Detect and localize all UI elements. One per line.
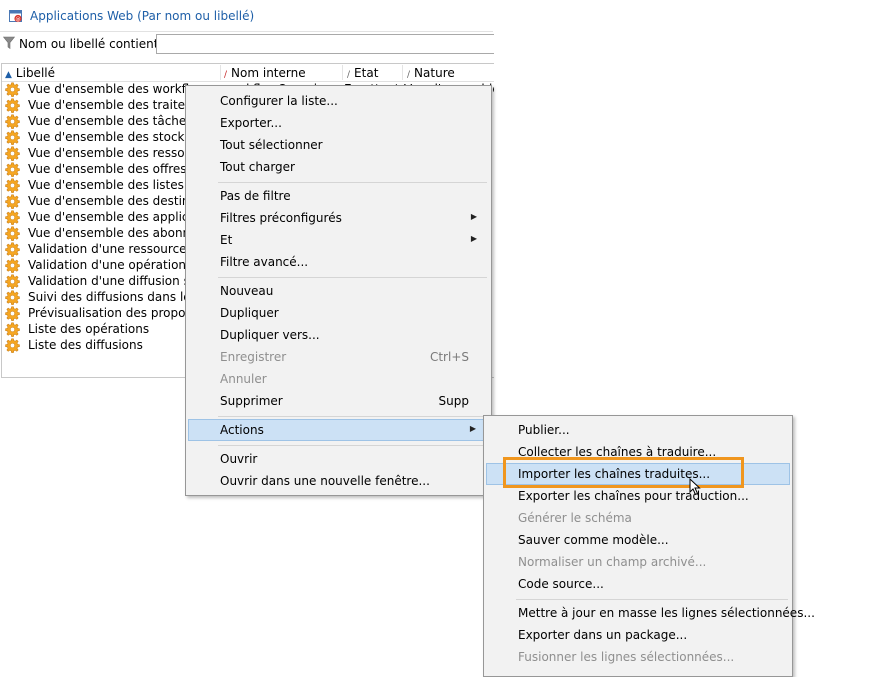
submenu-item-merge-rows[interactable]: Fusionner les lignes sélectionnées... bbox=[486, 646, 790, 668]
workflow-gear-icon bbox=[5, 322, 20, 337]
menu-item-delete[interactable]: Supprimer Supp bbox=[188, 390, 489, 412]
submenu-item-mass-update[interactable]: Mettre à jour en masse les lignes sélect… bbox=[486, 602, 815, 624]
menu-item-load-all[interactable]: Tout charger bbox=[188, 156, 489, 178]
menu-item-duplicate-to[interactable]: Dupliquer vers... bbox=[188, 324, 489, 346]
workflow-gear-icon bbox=[5, 162, 20, 177]
filter-bar: Nom ou libellé contient : bbox=[0, 32, 494, 58]
menu-item-and[interactable]: Et ▶ bbox=[188, 229, 489, 251]
column-header-state[interactable]: ∕ Etat bbox=[347, 66, 378, 80]
column-separator[interactable] bbox=[342, 65, 343, 80]
menu-item-preset-filters[interactable]: Filtres préconfigurés ▶ bbox=[188, 207, 489, 229]
menu-item-advanced-filter[interactable]: Filtre avancé... bbox=[188, 251, 489, 273]
actions-submenu: Publier... Collecter les chaînes à tradu… bbox=[483, 415, 815, 677]
save-shortcut: Ctrl+S bbox=[429, 350, 469, 364]
sort-ascending-icon: ▲ bbox=[5, 70, 12, 80]
workflow-gear-icon bbox=[5, 82, 20, 97]
workflow-gear-icon bbox=[5, 114, 20, 129]
context-menu: Configurer la liste... Exporter... Tout … bbox=[185, 85, 492, 496]
workflow-gear-icon bbox=[5, 194, 20, 209]
list-header: ▲ Libellé ∕ Nom interne ∕ Etat ∕ Nature bbox=[2, 64, 494, 82]
menu-item-open[interactable]: Ouvrir bbox=[188, 448, 489, 470]
submenu-item-publish[interactable]: Publier... bbox=[486, 419, 790, 441]
workflow-gear-icon bbox=[5, 242, 20, 257]
menu-item-export[interactable]: Exporter... bbox=[188, 112, 489, 134]
window-title: Applications Web (Par nom ou libellé) bbox=[30, 9, 255, 23]
submenu-arrow-icon: ▶ bbox=[469, 424, 476, 433]
workflow-gear-icon bbox=[5, 178, 20, 193]
mouse-pointer-icon bbox=[689, 478, 701, 496]
submenu-item-save-as-template[interactable]: Sauver comme modèle... bbox=[486, 529, 790, 551]
workflow-gear-icon bbox=[5, 146, 20, 161]
filter-label: Nom ou libellé contient : bbox=[19, 37, 167, 51]
menu-item-duplicate[interactable]: Dupliquer bbox=[188, 302, 489, 324]
menu-separator bbox=[218, 445, 487, 446]
workflow-gear-icon bbox=[5, 226, 20, 241]
menu-item-open-new-window[interactable]: Ouvrir dans une nouvelle fenêtre... bbox=[188, 470, 489, 492]
workflow-gear-icon bbox=[5, 306, 20, 321]
workflow-gear-icon bbox=[5, 338, 20, 353]
menu-item-select-all[interactable]: Tout sélectionner bbox=[188, 134, 489, 156]
menu-item-actions[interactable]: Actions ▶ bbox=[188, 419, 489, 441]
workflow-gear-icon bbox=[5, 98, 20, 113]
submenu-item-source-code[interactable]: Code source... bbox=[486, 573, 790, 595]
column-separator[interactable] bbox=[402, 65, 403, 80]
submenu-item-export-strings[interactable]: Exporter les chaînes pour traduction... bbox=[486, 485, 790, 507]
menu-item-configure-list[interactable]: Configurer la liste... bbox=[188, 90, 489, 112]
column-header-internal-name[interactable]: ∕ Nom interne bbox=[224, 66, 306, 80]
submenu-item-export-package[interactable]: Exporter dans un package... bbox=[486, 624, 790, 646]
workflow-gear-icon bbox=[5, 274, 20, 289]
filter-text-input[interactable] bbox=[156, 34, 494, 54]
web-application-icon: @ bbox=[9, 10, 22, 22]
menu-item-new[interactable]: Nouveau bbox=[188, 280, 489, 302]
workflow-gear-icon bbox=[5, 290, 20, 305]
delete-shortcut: Supp bbox=[438, 394, 469, 408]
submenu-arrow-icon: ▶ bbox=[470, 212, 477, 221]
workflow-gear-icon bbox=[5, 258, 20, 273]
workflow-gear-icon bbox=[5, 210, 20, 225]
highlight-annotation bbox=[503, 457, 744, 488]
filter-funnel-icon[interactable] bbox=[3, 36, 15, 50]
svg-text:@: @ bbox=[16, 16, 21, 22]
window-title-bar: @ Applications Web (Par nom ou libellé) bbox=[0, 0, 493, 32]
sort-indicator-icon: ∕ bbox=[347, 70, 351, 80]
column-separator[interactable] bbox=[220, 65, 221, 80]
menu-item-no-filter[interactable]: Pas de filtre bbox=[188, 185, 489, 207]
column-header-label[interactable]: ▲ Libellé bbox=[5, 66, 55, 80]
menu-item-cancel[interactable]: Annuler bbox=[188, 368, 489, 390]
submenu-arrow-icon: ▶ bbox=[470, 234, 477, 243]
column-header-nature[interactable]: ∕ Nature bbox=[407, 66, 455, 80]
workflow-gear-icon bbox=[5, 130, 20, 145]
menu-separator bbox=[218, 416, 487, 417]
menu-separator bbox=[218, 277, 487, 278]
sort-indicator-icon: ∕ bbox=[407, 70, 411, 80]
submenu-item-generate-schema[interactable]: Générer le schéma bbox=[486, 507, 790, 529]
menu-separator bbox=[516, 599, 788, 600]
submenu-item-normalize-field[interactable]: Normaliser un champ archivé... bbox=[486, 551, 790, 573]
menu-item-save[interactable]: Enregistrer Ctrl+S bbox=[188, 346, 489, 368]
sort-indicator-icon: ∕ bbox=[224, 70, 228, 80]
menu-separator bbox=[218, 182, 487, 183]
